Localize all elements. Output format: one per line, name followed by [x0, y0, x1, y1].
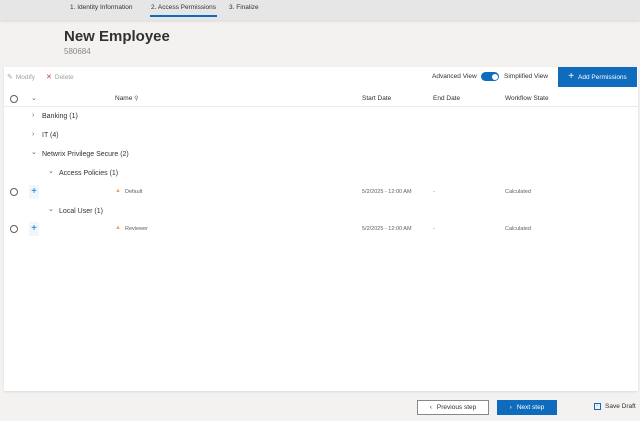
chevron-down-icon[interactable]: ⌄	[48, 167, 54, 175]
save-icon: ▫	[594, 403, 601, 410]
expand-row-button[interactable]: +	[29, 222, 39, 236]
row-select-checkbox[interactable]	[10, 225, 18, 233]
active-step-indicator	[150, 15, 217, 17]
previous-step-label: Previous step	[436, 404, 477, 411]
step-identity-information[interactable]: 1. Identity Information	[70, 4, 133, 11]
column-header-workflow-state[interactable]: Workflow State	[505, 95, 549, 102]
view-toggle[interactable]	[481, 72, 499, 81]
previous-step-button[interactable]: ‹ Previous step	[417, 400, 489, 415]
row-workflow-state: Calculated	[505, 226, 531, 232]
pencil-icon: ✎	[7, 74, 13, 81]
row-start-date: 5/2/2025 - 12:00 AM	[362, 189, 412, 195]
plus-icon: +	[568, 71, 575, 82]
modify-button[interactable]: ✎ Modify	[7, 73, 36, 82]
row-name[interactable]: Reviewer	[125, 226, 148, 232]
chevron-right-icon[interactable]: ›	[32, 112, 34, 119]
chevron-down-icon[interactable]: ⌄	[31, 94, 37, 102]
column-header-name[interactable]: Name ⚲	[115, 95, 139, 102]
step-finalize[interactable]: 3. Finalize	[229, 4, 259, 11]
expand-row-button[interactable]: +	[29, 185, 39, 199]
permissions-panel: ✎ Modify ✕ Delete Advanced View Simplifi…	[4, 67, 638, 391]
toggle-knob	[491, 73, 498, 80]
header-divider	[4, 106, 638, 107]
search-icon[interactable]: ⚲	[134, 96, 138, 102]
group-netwrix-privilege-secure[interactable]: Netwrix Privilege Secure (2)	[42, 151, 129, 158]
warning-icon: ▲	[115, 225, 121, 231]
group-it[interactable]: IT (4)	[42, 132, 59, 139]
warning-icon: ▲	[115, 188, 121, 194]
row-end-date: -	[433, 226, 435, 232]
step-access-permissions[interactable]: 2. Access Permissions	[151, 4, 216, 11]
simplified-view-label: Simplified View	[504, 73, 548, 80]
next-step-button[interactable]: › Next step	[497, 400, 557, 415]
advanced-view-label: Advanced View	[432, 73, 477, 80]
chevron-right-icon[interactable]: ›	[32, 131, 34, 138]
row-select-checkbox[interactable]	[10, 188, 18, 196]
chevron-left-icon: ‹	[429, 404, 432, 411]
add-permissions-label: Add Permissions	[578, 73, 627, 81]
group-banking[interactable]: Banking (1)	[42, 113, 78, 120]
delete-button[interactable]: ✕ Delete	[46, 73, 74, 82]
row-end-date: -	[433, 189, 435, 195]
chevron-right-icon: ›	[509, 404, 512, 411]
row-start-date: 5/2/2025 - 12:00 AM	[362, 226, 412, 232]
row-workflow-state: Calculated	[505, 189, 531, 195]
chevron-down-icon[interactable]: ⌄	[48, 205, 54, 213]
wizard-stepper: 1. Identity Information 2. Access Permis…	[0, 0, 640, 20]
modify-label: Modify	[15, 73, 36, 81]
next-step-label: Next step	[516, 404, 545, 411]
subgroup-local-user[interactable]: Local User (1)	[59, 208, 103, 215]
select-all-checkbox[interactable]	[10, 95, 18, 103]
page-title: New Employee	[64, 28, 170, 45]
delete-label: Delete	[54, 73, 74, 81]
row-name[interactable]: Default	[125, 189, 142, 195]
add-permissions-button[interactable]: + Add Permissions	[558, 67, 637, 87]
save-draft-button[interactable]: ▫ Save Draft	[594, 403, 636, 410]
column-header-end-date[interactable]: End Date	[433, 95, 460, 102]
page-subtitle: 580684	[64, 47, 91, 56]
close-icon: ✕	[46, 74, 52, 81]
column-name-label: Name	[115, 95, 133, 102]
subgroup-access-policies[interactable]: Access Policies (1)	[59, 170, 118, 177]
save-draft-label: Save Draft	[605, 403, 636, 410]
column-header-start-date[interactable]: Start Date	[362, 95, 391, 102]
chevron-down-icon[interactable]: ⌄	[31, 148, 37, 156]
